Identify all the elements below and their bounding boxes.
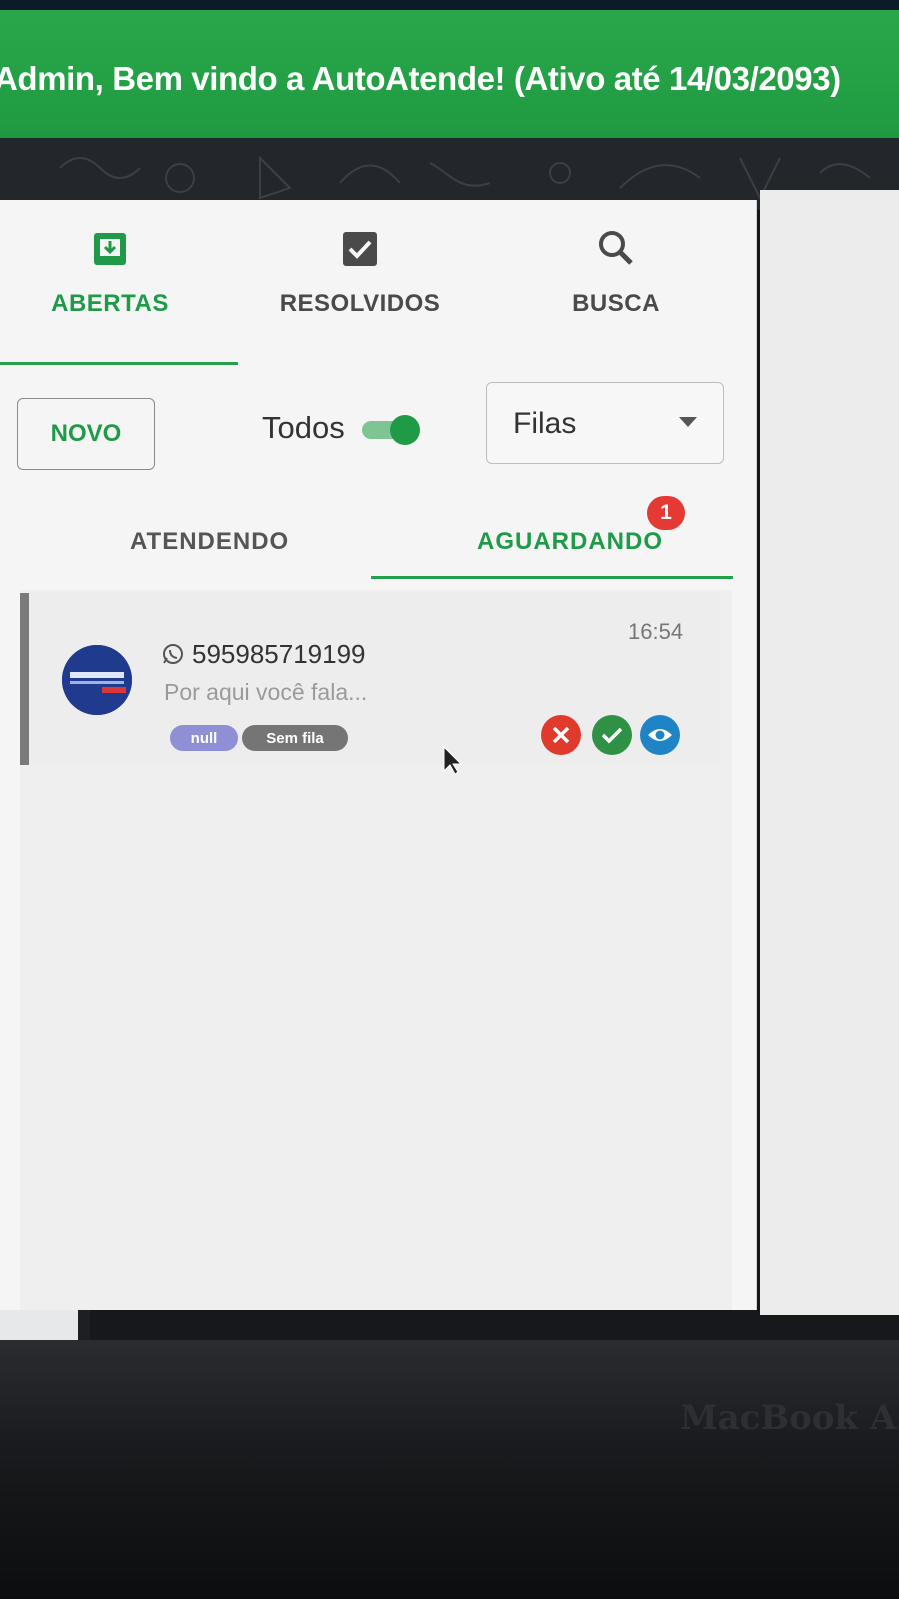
tab-abertas-label: ABERTAS	[51, 290, 169, 317]
ticket-item[interactable]: 595985719199 Por aqui você fala... 16:54…	[20, 593, 720, 765]
tab-resolvidos[interactable]: RESOLVIDOS	[272, 230, 448, 318]
tickets-panel: ABERTAS RESOLVIDOS BUSCA NOVO Todos Fila…	[0, 200, 757, 1310]
whatsapp-icon	[163, 644, 183, 664]
queues-select-value: Filas	[513, 407, 577, 440]
inbox-download-icon	[94, 233, 126, 265]
ticket-contact-number: 595985719199	[192, 639, 366, 669]
checkbox-icon	[343, 232, 377, 266]
chevron-down-icon	[679, 417, 697, 427]
tab-atendendo[interactable]: ATENDENDO	[130, 528, 289, 556]
new-ticket-button[interactable]: NOVO	[17, 398, 155, 470]
tab-resolvidos-label: RESOLVIDOS	[279, 290, 441, 317]
active-subtab-indicator	[371, 576, 733, 579]
tab-busca[interactable]: BUSCA	[566, 228, 666, 318]
check-icon	[601, 727, 623, 744]
accept-button[interactable]	[592, 715, 632, 755]
eye-icon	[648, 729, 672, 741]
welcome-text: Admin, Bem vindo a AutoAtende! (Ativo at…	[0, 60, 841, 97]
waiting-count-badge: 1	[647, 496, 685, 530]
ticket-tag-queue: Sem fila	[242, 725, 348, 751]
search-icon	[599, 231, 633, 265]
all-toggle-label: Todos	[262, 410, 345, 445]
toggle-thumb	[390, 415, 420, 445]
all-toggle-switch[interactable]	[362, 415, 420, 445]
contact-logo	[62, 645, 132, 715]
right-content-pane	[760, 190, 899, 1315]
ticket-last-message: Por aqui você fala...	[164, 679, 368, 705]
tab-abertas[interactable]: ABERTAS	[48, 230, 172, 318]
tab-busca-label: BUSCA	[572, 290, 660, 317]
ticket-tag-null: null	[170, 725, 238, 751]
device-brand-label: MacBook A	[680, 1398, 897, 1438]
view-button[interactable]	[640, 715, 680, 755]
reject-button[interactable]	[541, 715, 581, 755]
ticket-time: 16:54	[628, 619, 684, 644]
tab-aguardando[interactable]: AGUARDANDO	[477, 528, 663, 556]
queues-select[interactable]: Filas	[486, 382, 724, 464]
close-icon	[552, 726, 570, 744]
active-tab-indicator	[0, 362, 238, 365]
avatar	[62, 645, 132, 715]
welcome-banner: Admin, Bem vindo a AutoAtende! (Ativo at…	[0, 10, 899, 138]
ticket-status-bar	[20, 593, 29, 765]
laptop-bezel: MacBook A	[0, 1340, 899, 1599]
mouse-cursor-icon	[443, 745, 462, 775]
